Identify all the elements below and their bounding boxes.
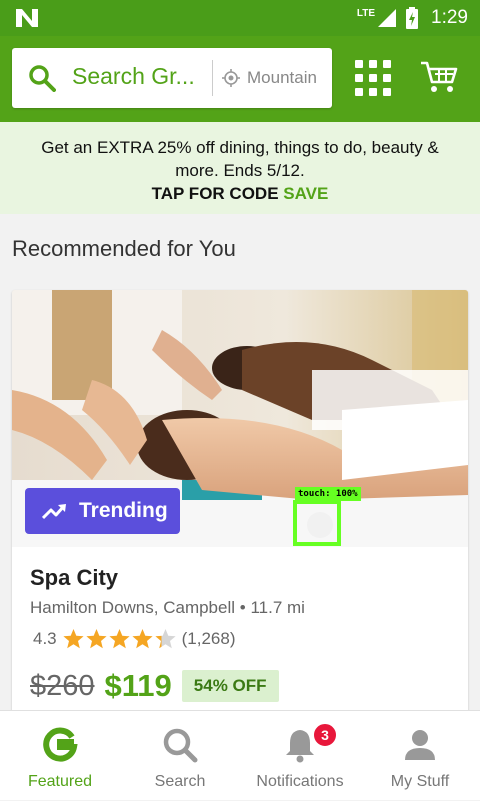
search-icon xyxy=(29,65,56,92)
star-icon xyxy=(109,629,130,649)
nav-featured[interactable]: Featured xyxy=(0,711,120,801)
signal-icon xyxy=(378,9,397,27)
deal-location-name: Hamilton Downs, Campbell xyxy=(30,598,236,617)
star-rating xyxy=(62,628,177,650)
nav-notifications-label: Notifications xyxy=(256,773,344,790)
section-title: Recommended for You xyxy=(12,236,236,261)
price-row: $260 $119 54% OFF xyxy=(30,668,279,704)
promo-banner[interactable]: Get an EXTRA 25% off dining, things to d… xyxy=(0,122,480,214)
deal-card[interactable]: Trending touch: 100% Spa City Hamilton D… xyxy=(12,290,468,720)
app-header: Search Gr... Mountain xyxy=(0,36,480,122)
deal-location: Hamilton Downs, Campbell • 11.7 mi xyxy=(30,598,305,618)
bottom-nav: Featured Search 3 Notifications My Stuff xyxy=(0,710,480,800)
nav-search-label: Search xyxy=(154,773,206,790)
promo-cta-label: TAP FOR CODE xyxy=(151,184,279,203)
search-bar[interactable]: Search Gr... Mountain xyxy=(12,48,332,108)
deal-distance: 11.7 mi xyxy=(250,598,305,617)
notification-badge: 3 xyxy=(313,723,337,747)
trending-label: Trending xyxy=(79,499,168,522)
promo-text: Get an EXTRA 25% off dining, things to d… xyxy=(41,138,439,180)
nav-search[interactable]: Search xyxy=(120,711,240,801)
deal-rating: 4.3 (1,268) xyxy=(33,628,236,650)
trending-up-icon xyxy=(42,504,66,520)
discount-badge: 54% OFF xyxy=(181,670,279,702)
deal-price: $119 xyxy=(104,668,172,703)
battery-icon xyxy=(406,7,419,29)
search-input[interactable]: Search Gr... xyxy=(72,63,207,90)
nav-notifications[interactable]: 3 Notifications xyxy=(240,711,360,801)
promo-code: SAVE xyxy=(283,184,329,203)
star-icon xyxy=(132,629,153,649)
location-separator: • xyxy=(239,598,251,617)
nav-my-stuff[interactable]: My Stuff xyxy=(360,711,480,801)
star-icon xyxy=(86,629,107,649)
groupon-g-icon xyxy=(43,727,78,762)
search-icon xyxy=(163,728,198,763)
status-icons: LTE 1:29 xyxy=(357,6,468,30)
star-icon xyxy=(63,629,84,649)
search-divider xyxy=(212,60,213,96)
review-count: (1,268) xyxy=(181,629,236,648)
clock: 1:29 xyxy=(431,7,468,28)
nav-my-stuff-label: My Stuff xyxy=(390,773,450,790)
trending-badge: Trending xyxy=(25,488,180,534)
location-icon xyxy=(222,69,240,87)
star-icon xyxy=(155,629,176,649)
person-icon xyxy=(405,730,435,760)
android-n-logo-icon xyxy=(16,9,38,27)
location-field[interactable]: Mountain xyxy=(247,68,325,88)
touch-point xyxy=(307,512,333,538)
original-price: $260 xyxy=(30,669,95,702)
cart-icon[interactable] xyxy=(420,60,458,94)
status-bar: LTE 1:29 xyxy=(0,0,480,36)
deal-title[interactable]: Spa City xyxy=(30,565,118,591)
categories-grid-icon[interactable] xyxy=(355,60,391,96)
network-type: LTE xyxy=(356,7,376,19)
touch-indicator-label: touch: 100% xyxy=(295,487,361,501)
nav-featured-label: Featured xyxy=(27,773,93,790)
promo-cta: TAP FOR CODE SAVE xyxy=(0,184,480,204)
touch-indicator xyxy=(293,500,341,546)
rating-value: 4.3 xyxy=(33,629,57,648)
